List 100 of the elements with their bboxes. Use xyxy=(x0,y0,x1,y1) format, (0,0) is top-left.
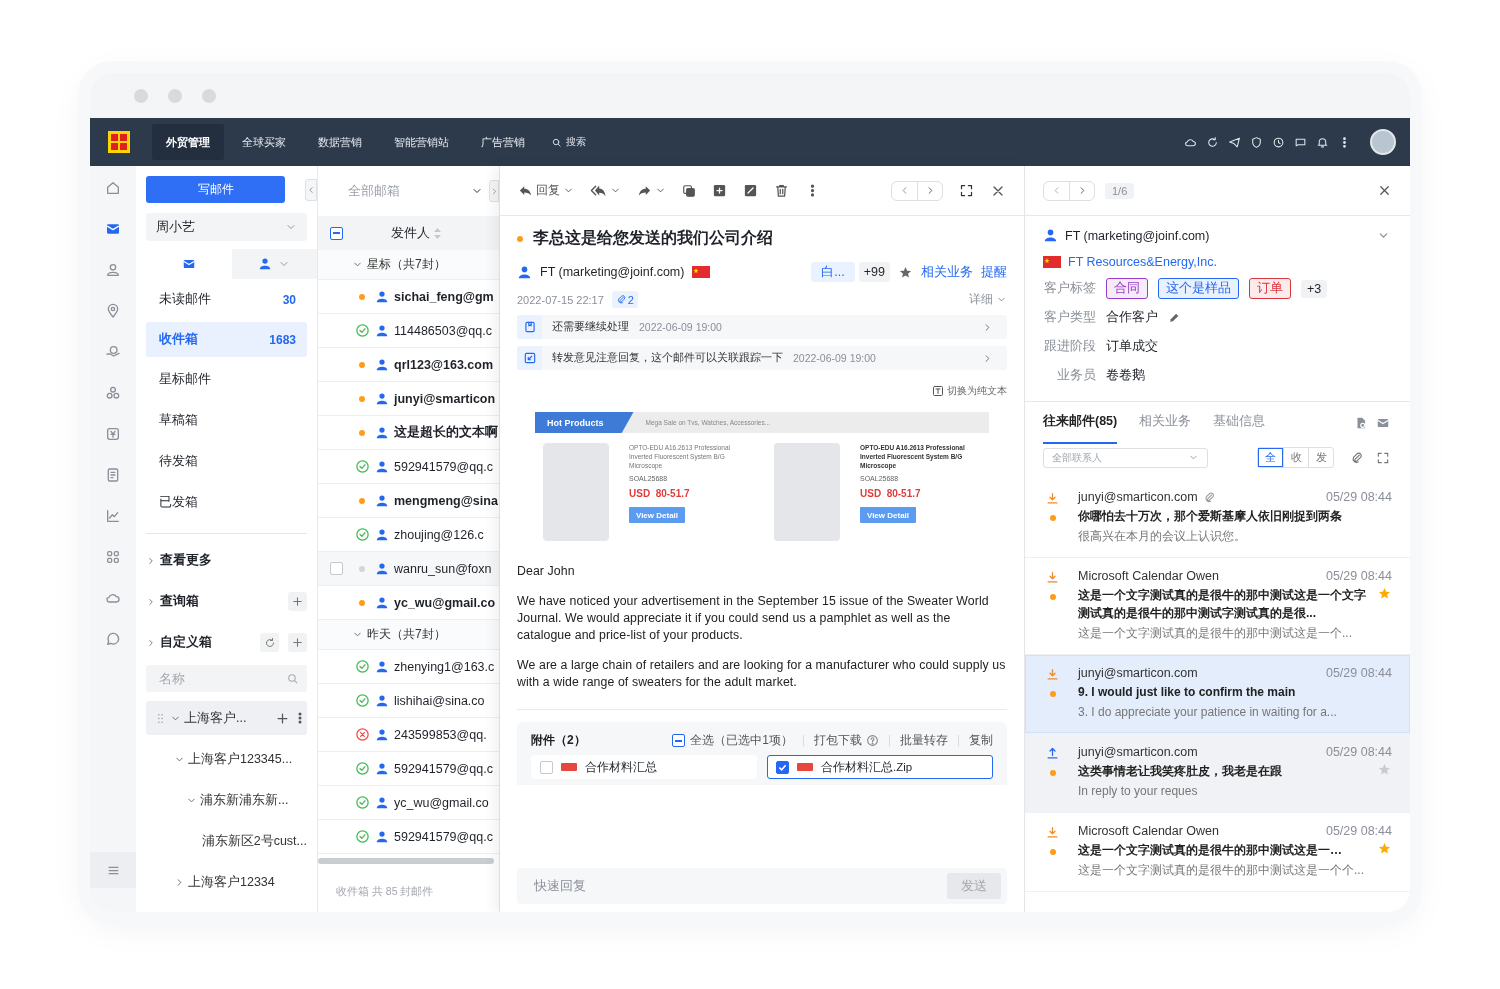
tag-count[interactable]: +3 xyxy=(1301,279,1328,298)
mail-row[interactable]: 592941579@qq.c xyxy=(318,820,499,854)
location-pin-icon[interactable] xyxy=(105,303,121,319)
select-all-button[interactable]: 全选（已选中1项） xyxy=(672,732,793,749)
paperclip-icon[interactable] xyxy=(1350,450,1364,465)
attachment-checkbox[interactable] xyxy=(540,760,553,774)
avatar[interactable] xyxy=(1370,129,1396,155)
star-icon[interactable] xyxy=(898,264,913,280)
select-all-checkbox[interactable] xyxy=(672,734,686,747)
folder-item[interactable]: 已发箱 xyxy=(146,482,307,523)
mail-item[interactable]: junyi@smarticon.com 05/29 08:44 这类事情老让我笑疼肚皮，我老是在跟 In reply to your reques xyxy=(1025,734,1410,813)
folder-section[interactable]: 查询箱 xyxy=(146,593,279,610)
star-icon[interactable] xyxy=(1377,762,1392,777)
fullscreen-icon[interactable] xyxy=(959,183,974,198)
scrollbar[interactable] xyxy=(318,858,494,864)
mail-row[interactable]: 这是超长的文本啊 xyxy=(318,416,499,450)
star-icon[interactable] xyxy=(1377,841,1392,856)
star-icon[interactable] xyxy=(1377,586,1392,601)
shield-icon[interactable] xyxy=(1250,135,1263,149)
close-icon[interactable] xyxy=(1377,183,1392,198)
coin-hand-icon[interactable] xyxy=(105,344,121,360)
reply-button[interactable]: 回复 xyxy=(518,182,574,199)
mail-item[interactable]: junyi@smarticon.com 05/29 08:44 9. I would just like to confirm the main 3. I do appreciate your patience in waiting for a... xyxy=(1025,655,1410,734)
filter-segment[interactable]: 收 xyxy=(1283,448,1308,467)
add-button[interactable] xyxy=(288,633,307,652)
user-icon[interactable] xyxy=(105,262,121,278)
expand-icon[interactable] xyxy=(1376,450,1390,465)
line-chart-icon[interactable] xyxy=(105,508,121,524)
document-icon[interactable] xyxy=(105,467,121,483)
group-header[interactable]: 昨天（共7封） xyxy=(318,620,499,650)
circles-icon[interactable] xyxy=(105,385,121,401)
refresh-button[interactable] xyxy=(260,633,279,652)
mail-row[interactable]: 592941579@qq.c xyxy=(318,752,499,786)
mail-row[interactable]: sichai_feng@gm xyxy=(318,280,499,314)
notice-bar[interactable]: 还需要继续处理 2022-06-09 19:00 xyxy=(517,315,1007,339)
folder-section[interactable]: 查看更多 xyxy=(146,552,307,569)
group-header[interactable]: 星标（共7封） xyxy=(318,250,499,280)
plain-text-toggle[interactable]: 切换为纯文本 xyxy=(932,384,1007,398)
mail-item[interactable]: Microsoft Calendar Owen 05/29 08:44 这是一个文字测试真的是很牛的那中测试这是一… 这是一个文字测试真的是很牛的那中测试这是一个个... xyxy=(1025,813,1410,892)
add-button[interactable] xyxy=(288,592,307,611)
mail-item[interactable]: junyi@smarticon.com 05/29 08:44 你哪怕去十万次，那个爱斯基摩人依旧刚捉到两条 很高兴在本月的会议上认识您。 xyxy=(1025,479,1410,558)
search-input[interactable]: 名称 xyxy=(157,670,286,687)
tree-item[interactable]: 浦东新浦东新... xyxy=(146,780,307,821)
tag-count[interactable]: +99 xyxy=(858,262,890,282)
link[interactable]: 相关业务 xyxy=(921,263,973,281)
mail-row[interactable]: 114486503@qq.c xyxy=(318,314,499,348)
grid-icon[interactable] xyxy=(105,549,121,565)
tree-item[interactable]: 上海客户12334 xyxy=(146,862,307,903)
nav-tab[interactable]: 广告营销 xyxy=(467,124,539,160)
folder-section[interactable]: 自定义箱 xyxy=(146,634,251,651)
panel-tab[interactable]: 基础信息 xyxy=(1213,401,1266,444)
attachment-badge[interactable]: 2 xyxy=(611,291,638,308)
mail-row[interactable]: zhenying1@163.c xyxy=(318,650,499,684)
pencil-icon[interactable] xyxy=(1168,311,1181,324)
select-all-checkbox[interactable] xyxy=(330,226,343,240)
mail-row[interactable]: mengmeng@sina xyxy=(318,484,499,518)
tree-item[interactable]: 浦东新区2号cust... xyxy=(146,821,307,862)
row-checkbox[interactable] xyxy=(330,562,343,575)
notice-bar[interactable]: 转发意见注意回复，这个邮件可以关联跟踪一下 2022-06-09 19:00 xyxy=(517,346,1007,370)
nav-tab[interactable]: 全球买家 xyxy=(228,124,300,160)
folder-item[interactable]: 收件箱 1683 xyxy=(146,322,307,357)
compose-button[interactable]: 写邮件 xyxy=(146,176,285,203)
mail-row[interactable]: wanru_sun@foxn xyxy=(318,552,499,586)
chat-bubble-icon[interactable] xyxy=(105,631,121,647)
edit-icon[interactable] xyxy=(743,183,758,198)
bell-icon[interactable] xyxy=(1316,135,1329,149)
expand-button[interactable] xyxy=(489,180,499,202)
folder-item[interactable]: 草稿箱 xyxy=(146,400,307,441)
copy-icon[interactable] xyxy=(682,183,696,198)
filter-segment[interactable]: 发 xyxy=(1308,448,1333,467)
mail-row[interactable]: yc_wu@gmail.co xyxy=(318,786,499,820)
mail-icon[interactable] xyxy=(105,221,121,237)
nav-search-button[interactable]: 搜索 xyxy=(551,135,586,149)
tree-item[interactable]: 上海客户123345... xyxy=(146,739,307,780)
nav-tab[interactable]: 数据营销 xyxy=(304,124,376,160)
filter-segment[interactable]: 全 xyxy=(1258,448,1283,467)
nav-tab[interactable]: 外贸管理 xyxy=(152,124,224,160)
delete-icon[interactable] xyxy=(774,183,789,198)
account-select[interactable]: 周小艺 xyxy=(146,213,307,241)
company-link[interactable]: FT Resources&Energy,Inc. xyxy=(1068,255,1217,269)
clock-icon[interactable] xyxy=(1272,135,1285,149)
sort-button[interactable]: 发件人 xyxy=(391,224,441,242)
attachment-card[interactable]: 合作材料汇总.Zip xyxy=(767,755,993,779)
folder-item[interactable]: 星标邮件 xyxy=(146,359,307,400)
attachment-checkbox[interactable] xyxy=(776,760,789,774)
nav-tab[interactable]: 智能营销站 xyxy=(380,124,463,160)
attachment-action[interactable]: 复制 xyxy=(969,732,993,749)
attachment-action[interactable]: 打包下载 xyxy=(814,732,879,749)
send-icon[interactable] xyxy=(1228,135,1241,149)
mail-row[interactable]: 243599853@qq. xyxy=(318,718,499,752)
search-field[interactable]: 名称 xyxy=(146,665,307,692)
panel-tab[interactable]: 往来邮件(85) xyxy=(1043,401,1118,444)
mail-row[interactable]: lishihai@sina.co xyxy=(318,684,499,718)
attachment-card[interactable]: 合作材料汇总 xyxy=(531,755,757,779)
tree-item[interactable]: 上海客户... xyxy=(146,701,307,735)
mail-row[interactable]: qrl123@163.com xyxy=(318,348,499,382)
attachment-action[interactable]: 批量转存 xyxy=(900,732,948,749)
sync-icon[interactable] xyxy=(1206,135,1219,149)
home-icon[interactable] xyxy=(105,180,121,196)
tag[interactable]: 白... xyxy=(811,262,855,282)
